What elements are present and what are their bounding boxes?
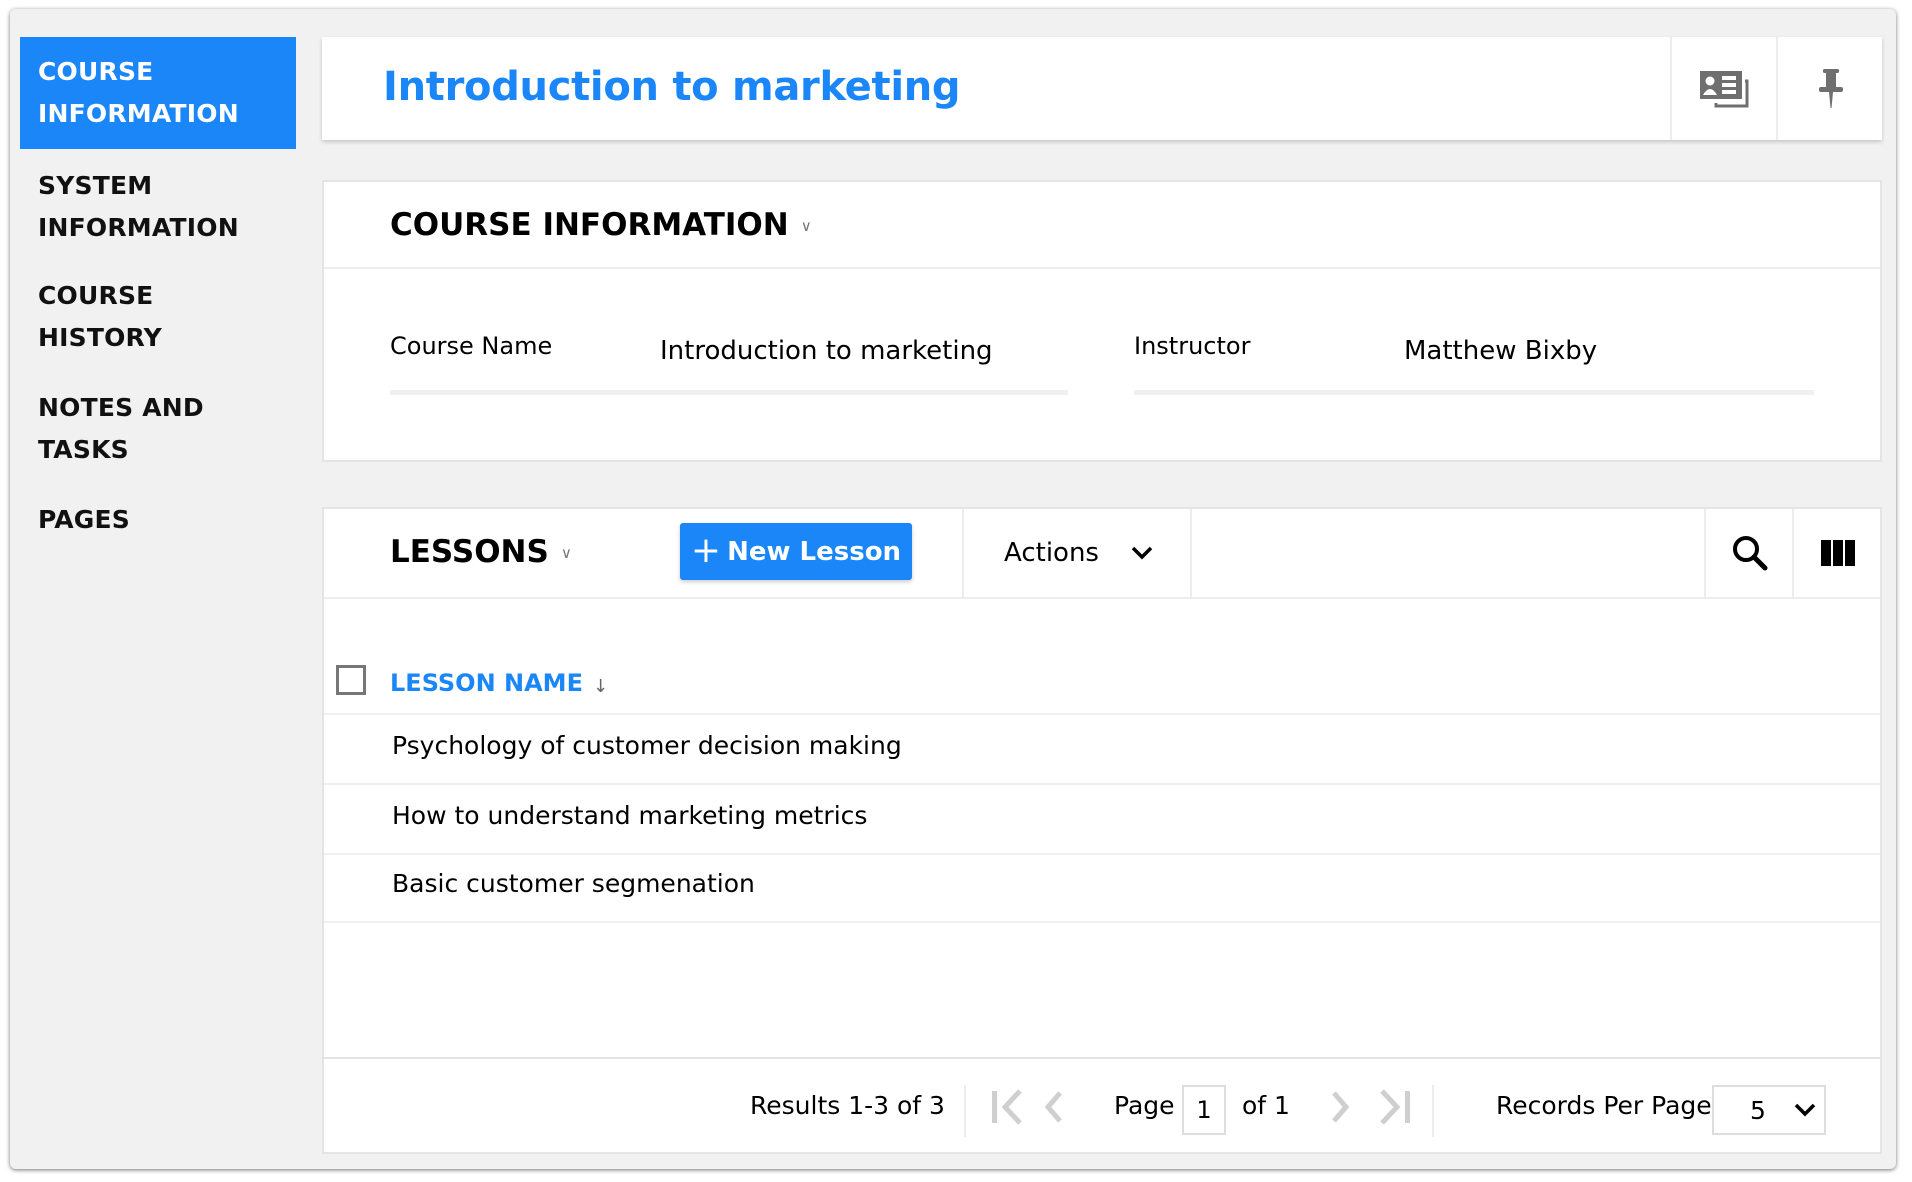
selected-value: 5 bbox=[1750, 1095, 1766, 1125]
section-toggle[interactable]: COURSE INFORMATION ∨ bbox=[390, 202, 812, 248]
button-label: New Lesson bbox=[727, 536, 902, 567]
pagination-bar: Results 1-3 of 3 Page of 1 Records Per P… bbox=[324, 1057, 1880, 1154]
divider bbox=[964, 1085, 966, 1137]
sidebar-item-label: SYSTEM INFORMATION bbox=[38, 171, 239, 242]
field-label: Course Name bbox=[390, 332, 553, 360]
next-page-icon[interactable] bbox=[1328, 1087, 1352, 1127]
page-label: Page bbox=[1114, 1091, 1175, 1120]
instructor-field: Instructor Matthew Bixby bbox=[1134, 332, 1814, 395]
section-title: COURSE INFORMATION bbox=[390, 207, 789, 243]
lesson-name-cell: Psychology of customer decision making bbox=[392, 731, 902, 760]
records-per-page-label: Records Per Page bbox=[1496, 1091, 1712, 1120]
pin-button[interactable] bbox=[1776, 37, 1884, 140]
section-header: COURSE INFORMATION ∨ bbox=[324, 182, 1880, 269]
column-header-lesson-name[interactable]: LESSON NAME ↓ bbox=[390, 669, 608, 697]
actions-dropdown[interactable]: Actions bbox=[962, 509, 1192, 597]
chevron-down-icon bbox=[1794, 1103, 1816, 1117]
chevron-down-icon: ∨ bbox=[800, 217, 812, 235]
columns-button[interactable] bbox=[1792, 509, 1882, 597]
results-count: Results 1-3 of 3 bbox=[750, 1091, 945, 1120]
section-title: LESSONS bbox=[390, 534, 549, 570]
sidebar-item-label: COURSE HISTORY bbox=[38, 281, 162, 352]
sidebar-item-course-information[interactable]: COURSE INFORMATION bbox=[20, 37, 296, 149]
sidebar-item-label: NOTES AND TASKS bbox=[38, 393, 204, 464]
page-number-input[interactable] bbox=[1182, 1085, 1226, 1135]
course-name-field: Course Name Introduction to marketing bbox=[390, 332, 1068, 395]
chevron-down-icon: ∨ bbox=[560, 544, 572, 562]
chevron-down-icon bbox=[1131, 546, 1153, 560]
field-value: Introduction to marketing bbox=[660, 336, 993, 366]
field-value: Matthew Bixby bbox=[1404, 336, 1598, 366]
contact-card-icon bbox=[1700, 70, 1749, 107]
table-row[interactable]: Basic customer segmenation bbox=[324, 853, 1880, 923]
table-header-row: LESSON NAME ↓ bbox=[324, 659, 1880, 715]
select-all-checkbox[interactable] bbox=[336, 665, 366, 695]
previous-page-icon[interactable] bbox=[1042, 1087, 1066, 1127]
sidebar-item-notes-and-tasks[interactable]: NOTES AND TASKS bbox=[20, 373, 296, 485]
sidebar-item-pages[interactable]: PAGES bbox=[20, 485, 296, 555]
course-information-section: COURSE INFORMATION ∨ Course Name Introdu… bbox=[322, 180, 1882, 462]
first-page-icon[interactable] bbox=[990, 1087, 1026, 1127]
page-title: Introduction to marketing bbox=[383, 64, 961, 110]
new-lesson-button[interactable]: + New Lesson bbox=[680, 523, 912, 580]
records-per-page-select[interactable]: 5 bbox=[1712, 1085, 1826, 1135]
divider bbox=[1432, 1085, 1434, 1137]
sidebar-nav: COURSE INFORMATION SYSTEM INFORMATION CO… bbox=[20, 37, 296, 555]
page-total: of 1 bbox=[1242, 1091, 1290, 1120]
record-header: Introduction to marketing bbox=[322, 37, 1882, 140]
lessons-section: LESSONS ∨ + New Lesson Actions LESSON NA… bbox=[322, 507, 1882, 1154]
search-button[interactable] bbox=[1704, 509, 1794, 597]
actions-label: Actions bbox=[1004, 538, 1099, 568]
lesson-name-cell: How to understand marketing metrics bbox=[392, 801, 868, 830]
columns-icon bbox=[1821, 540, 1855, 566]
sidebar-item-label: PAGES bbox=[38, 505, 130, 534]
section-toggle[interactable]: LESSONS ∨ bbox=[390, 529, 572, 575]
app-window: COURSE INFORMATION SYSTEM INFORMATION CO… bbox=[10, 9, 1896, 1169]
sidebar-item-label: COURSE INFORMATION bbox=[38, 57, 239, 128]
search-icon bbox=[1733, 536, 1768, 571]
plus-icon: + bbox=[690, 529, 722, 571]
lesson-name-cell: Basic customer segmenation bbox=[392, 869, 755, 898]
contact-card-button[interactable] bbox=[1670, 37, 1778, 140]
pin-icon bbox=[1819, 68, 1843, 108]
lessons-toolbar: LESSONS ∨ + New Lesson Actions bbox=[324, 509, 1880, 599]
table-row[interactable]: How to understand marketing metrics bbox=[324, 785, 1880, 855]
sidebar-item-course-history[interactable]: COURSE HISTORY bbox=[20, 261, 296, 373]
field-label: Instructor bbox=[1134, 332, 1251, 360]
table-row[interactable]: Psychology of customer decision making bbox=[324, 715, 1880, 785]
column-header-label: LESSON NAME bbox=[390, 669, 583, 697]
sort-descending-icon: ↓ bbox=[592, 675, 609, 697]
sidebar-item-system-information[interactable]: SYSTEM INFORMATION bbox=[20, 149, 296, 261]
last-page-icon[interactable] bbox=[1376, 1087, 1412, 1127]
